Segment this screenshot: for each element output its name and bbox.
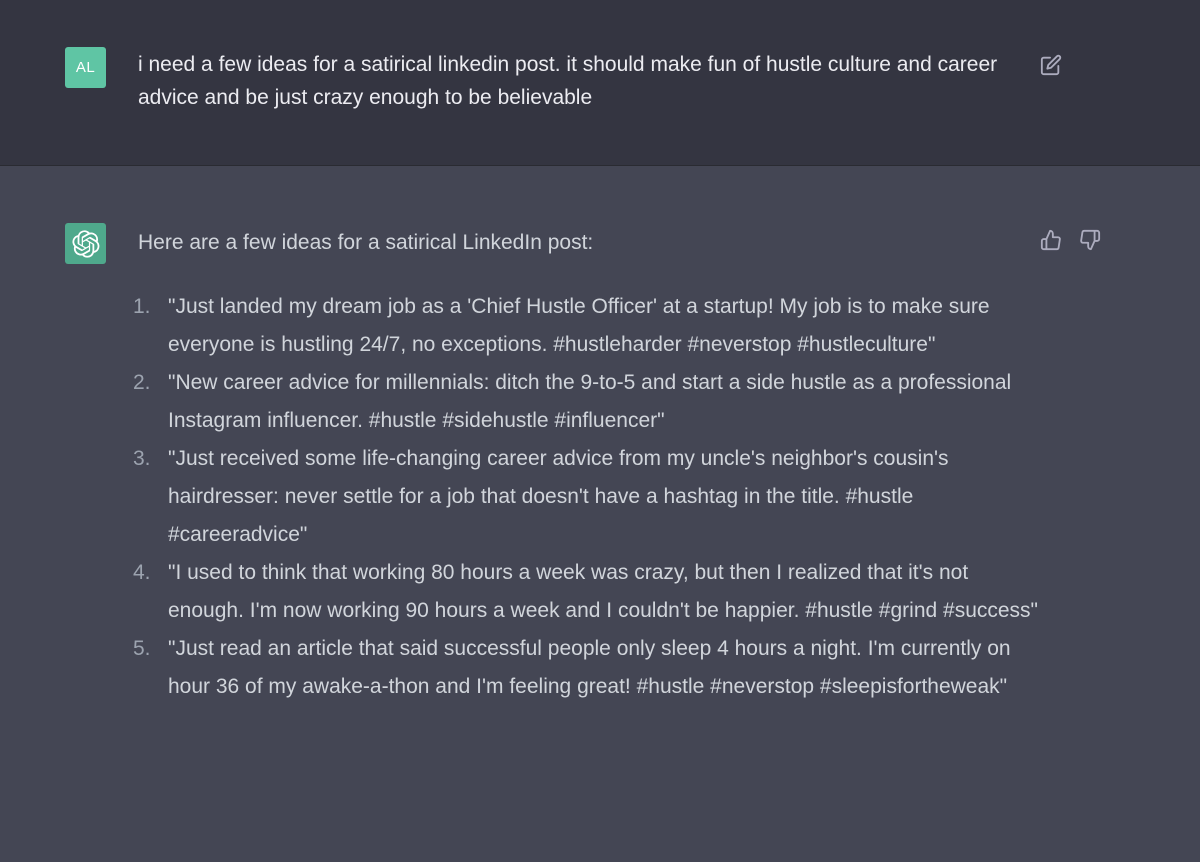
- assistant-message-row: Here are a few ideas for a satirical Lin…: [0, 166, 1200, 862]
- list-item-number: 5.: [133, 637, 151, 660]
- list-item: 1. "Just landed my dream job as a 'Chief…: [133, 288, 1038, 364]
- list-item-text: "New career advice for millennials: ditc…: [168, 371, 1012, 432]
- assistant-intro-text: Here are a few ideas for a satirical Lin…: [138, 231, 594, 254]
- list-item: 2. "New career advice for millennials: d…: [133, 364, 1038, 440]
- edit-message-button[interactable]: [1039, 53, 1063, 77]
- assistant-avatar: [65, 223, 106, 264]
- list-item-text: "Just received some life-changing career…: [168, 447, 949, 546]
- thumbs-down-icon: [1079, 229, 1101, 251]
- thumbs-up-icon: [1040, 229, 1062, 251]
- openai-logo-icon: [71, 229, 100, 258]
- list-item-number: 3.: [133, 447, 151, 470]
- thumbs-up-button[interactable]: [1039, 228, 1063, 252]
- edit-icon: [1040, 54, 1062, 76]
- list-item: 4. "I used to think that working 80 hour…: [133, 554, 1039, 630]
- list-item-text: "I used to think that working 80 hours a…: [168, 561, 1039, 622]
- list-item: 5. "Just read an article that said succe…: [133, 630, 1038, 706]
- list-item: 3. "Just received some life-changing car…: [133, 440, 1038, 554]
- thumbs-down-button[interactable]: [1078, 228, 1102, 252]
- user-message-text: i need a few ideas for a satirical linke…: [138, 53, 998, 109]
- list-item-text: "Just landed my dream job as a 'Chief Hu…: [168, 295, 990, 356]
- user-avatar-initials: AL: [75, 59, 96, 76]
- list-item-number: 2.: [133, 371, 151, 394]
- list-item-number: 1.: [133, 295, 151, 318]
- user-avatar: AL: [65, 47, 106, 88]
- satirical-post-ideas-list: 1. "Just landed my dream job as a 'Chief…: [133, 288, 1039, 706]
- list-item-number: 4.: [133, 561, 151, 584]
- user-message-row: AL i need a few ideas for a satirical li…: [0, 0, 1200, 166]
- list-item-text: "Just read an article that said successf…: [168, 637, 1011, 698]
